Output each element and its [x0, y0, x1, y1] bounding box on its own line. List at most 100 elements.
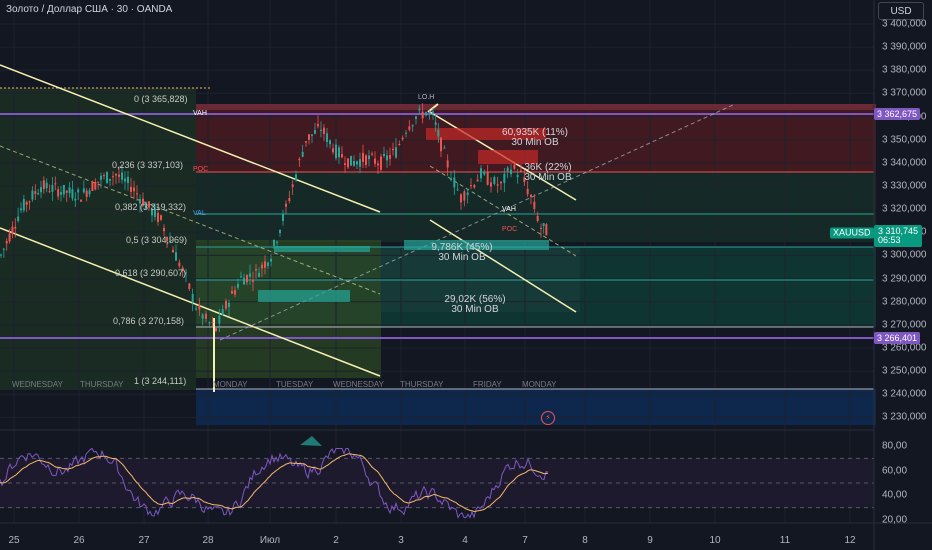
time-tick: 12 [844, 535, 856, 546]
day-label: MONDAY [522, 380, 557, 389]
current-symbol: XAUUSD [833, 227, 871, 238]
candle-body [5, 240, 8, 244]
candle-body [60, 192, 62, 195]
candle-body [276, 241, 278, 243]
candle-body [311, 134, 313, 136]
time-tick: 10 [709, 535, 721, 546]
candle-body [386, 155, 388, 161]
candle-body [415, 116, 417, 119]
price-tick: 3 270,000 [882, 319, 927, 331]
current-price-timer: 06:53 [878, 235, 901, 245]
candle-body [191, 293, 194, 303]
candle-body [440, 137, 442, 152]
candle-body [54, 183, 57, 185]
order-block [274, 246, 370, 252]
candle-body [136, 193, 138, 195]
candle-body [208, 322, 211, 324]
time-tick: Июл [259, 535, 281, 546]
candle-body [285, 203, 287, 207]
candle-body [542, 223, 545, 226]
candle-body [401, 137, 404, 140]
rsi-tick: 20,00 [882, 514, 908, 526]
fib-level-label: 1 (3 244,111) [134, 376, 187, 386]
candle-body [526, 188, 529, 195]
candle-body [249, 273, 251, 277]
candle-body [350, 155, 352, 166]
candle-body [88, 190, 91, 195]
price-tick: 3 380,000 [882, 64, 927, 76]
price-tick: 3 290,000 [882, 273, 927, 285]
order-block [258, 290, 350, 302]
candle-body [320, 129, 322, 131]
candle-body [14, 226, 17, 229]
candle-body [473, 185, 476, 188]
candle-body [428, 112, 431, 114]
candle-body [314, 129, 316, 134]
candle-body [195, 308, 197, 310]
fib-level-label: 0 (3 365,828) [134, 94, 188, 104]
time-tick: 26 [73, 535, 85, 546]
candle-body [398, 143, 401, 145]
rsi-tick: 60,00 [882, 465, 908, 477]
candle-body [231, 290, 233, 294]
candle-body [341, 154, 343, 158]
candle-body [62, 184, 65, 195]
fib-level-label: 0,786 (3 270,158) [113, 316, 185, 326]
candle-body [270, 258, 272, 262]
rsi-overbought-fill [300, 436, 322, 446]
candle-body [308, 134, 310, 140]
candle-body [301, 151, 304, 157]
candle-body [434, 122, 437, 125]
candle-body [365, 155, 367, 165]
candle-body [109, 179, 111, 181]
fib-level-label: 0,618 (3 290,607) [115, 268, 187, 278]
candle-body [48, 191, 51, 193]
candle-body [31, 190, 34, 200]
candle-body [100, 175, 102, 180]
price-tick: 3 320,000 [882, 203, 927, 215]
rsi-tick: 80,00 [882, 440, 908, 452]
candle-body [124, 178, 126, 182]
poc-tag-left: POC [193, 166, 209, 173]
candle-body [443, 147, 446, 149]
candle-body [246, 275, 248, 283]
candle-body [503, 173, 506, 183]
candle-body [121, 172, 123, 180]
candle-body [211, 321, 214, 324]
candle-body [160, 215, 162, 220]
candle-body [359, 159, 361, 167]
candle-body [405, 132, 407, 134]
current-price-box: 3 310,745 06:53 [874, 225, 923, 247]
price-tick: 3 250,000 [882, 365, 927, 377]
candle-body [490, 182, 492, 187]
candle-body [103, 175, 105, 177]
candle-body [133, 187, 135, 192]
candle-body [40, 187, 42, 193]
candle-body [374, 158, 376, 164]
candle-body [91, 181, 94, 192]
candle-body [127, 176, 129, 184]
candle-body [28, 201, 31, 203]
currency-button[interactable]: USD [878, 2, 924, 20]
candle-body [446, 160, 449, 168]
candle-body [540, 227, 542, 229]
candle-body [383, 153, 385, 156]
candle-body [392, 148, 394, 151]
candle-body [282, 213, 284, 222]
candle-body [432, 111, 434, 114]
candle-body [225, 300, 227, 309]
lo-h-tag: LO.H [418, 94, 435, 101]
order-block-label: 29,02K (56%) 30 Min OB [435, 295, 515, 315]
candle-body [0, 254, 2, 256]
candle-body [178, 262, 181, 267]
candle-body [157, 212, 159, 222]
candle-body [106, 171, 108, 184]
lightning-icon[interactable]: ⚡ [541, 411, 555, 425]
candle-body [17, 216, 20, 222]
candle-body [215, 327, 217, 332]
candle-body [255, 269, 257, 271]
candle-body [198, 305, 201, 310]
candle-body [335, 144, 337, 159]
rsi-pane [0, 436, 874, 519]
candle-body [163, 227, 165, 232]
